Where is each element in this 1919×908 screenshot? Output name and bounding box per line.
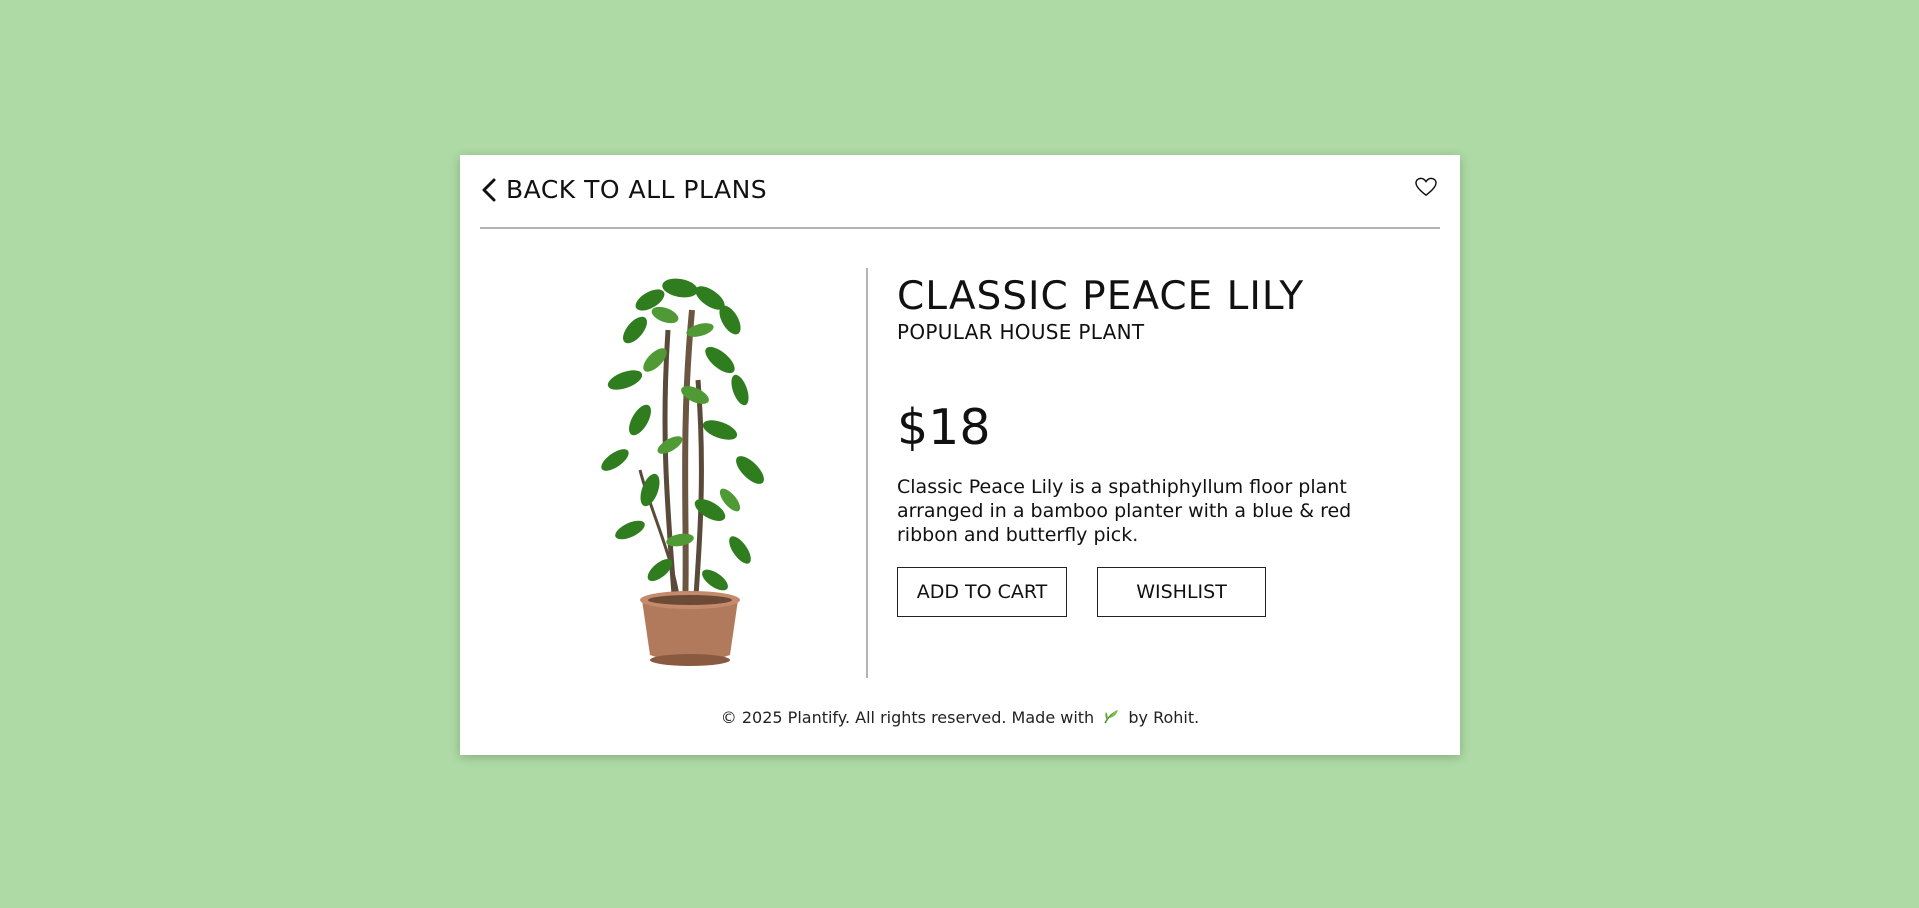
- product-subtitle: POPULAR HOUSE PLANT: [897, 320, 1145, 344]
- product-price: $18: [897, 399, 991, 456]
- footer: © 2025 Plantify. All rights reserved. Ma…: [460, 708, 1460, 727]
- wishlist-button[interactable]: WISHLIST: [1097, 567, 1266, 617]
- back-link-label: BACK TO ALL PLANS: [506, 175, 768, 204]
- heart-icon[interactable]: [1415, 177, 1437, 197]
- footer-text-before: © 2025 Plantify. All rights reserved. Ma…: [720, 708, 1095, 727]
- product-image: [580, 270, 800, 675]
- product-info: CLASSIC PEACE LILY POPULAR HOUSE PLANT $…: [897, 275, 1417, 617]
- chevron-left-icon: [482, 178, 496, 201]
- product-title: CLASSIC PEACE LILY: [897, 274, 1305, 319]
- vertical-divider: [866, 268, 868, 678]
- back-to-all-plans-link[interactable]: BACK TO ALL PLANS: [480, 175, 767, 204]
- footer-text-after: by Rohit.: [1128, 708, 1200, 727]
- leaf-icon: [1104, 710, 1119, 724]
- top-bar: BACK TO ALL PLANS: [480, 155, 1440, 229]
- product-card: BACK TO ALL PLANS CLASSIC PEACE LILY POP…: [460, 155, 1460, 755]
- potted-plant-image: [601, 278, 764, 666]
- product-description: Classic Peace Lily is a spathiphyllum fl…: [897, 476, 1352, 546]
- add-to-cart-button[interactable]: ADD TO CART: [897, 567, 1067, 617]
- product-actions: ADD TO CART WISHLIST: [897, 567, 1417, 617]
